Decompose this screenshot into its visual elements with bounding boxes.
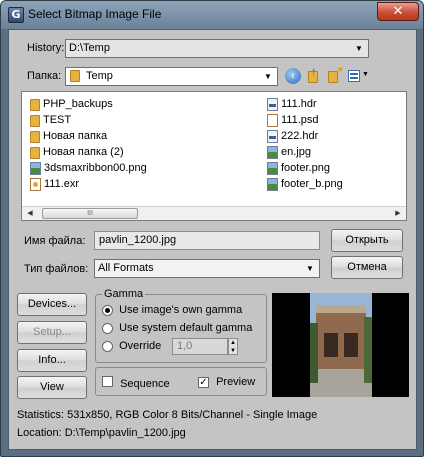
title-bar[interactable]: G Select Bitmap Image File ✕ [1, 1, 423, 29]
file-name: 222.hdr [281, 130, 319, 142]
location-text: Location: D:\Temp\pavlin_1200.jpg [17, 427, 186, 439]
setup-button[interactable]: Setup... [17, 321, 87, 344]
gamma-option-label: Override [119, 340, 162, 352]
devices-button[interactable]: Devices... [17, 293, 87, 316]
sequence-option[interactable]: Sequence [102, 376, 170, 390]
info-button[interactable]: Info... [17, 349, 87, 372]
image-file-icon [267, 178, 278, 191]
scroll-right-icon[interactable]: ▶ [391, 207, 405, 220]
radio-button[interactable] [102, 340, 113, 352]
file-name: footer.png [281, 162, 330, 174]
preview-label: Preview [216, 376, 256, 388]
image-file-icon [30, 162, 41, 175]
file-name: 111.exr [44, 178, 80, 190]
horizontal-scrollbar[interactable]: ◀ III ▶ [22, 206, 406, 220]
gamma-title: Gamma [102, 288, 146, 300]
folder-value: Temp [86, 70, 113, 82]
file-name: 3dsmaxribbon00.png [44, 162, 147, 174]
gamma-option-system[interactable]: Use system default gamma [102, 322, 252, 334]
file-list-item[interactable]: Новая папка (2) [30, 145, 124, 160]
radio-button[interactable] [102, 304, 113, 316]
gamma-override-value: 1,0 [177, 340, 193, 352]
history-label: History: [27, 42, 65, 54]
gamma-option-own[interactable]: Use image's own gamma [102, 304, 242, 316]
folder-label: Папка: [27, 70, 62, 82]
folder-icon [30, 130, 40, 143]
hdr-file-icon [267, 98, 278, 111]
options-group: Sequence ✓ Preview [95, 367, 267, 396]
chevron-down-icon[interactable]: ▼ [261, 68, 275, 85]
filename-label: Имя файла: [24, 235, 86, 247]
filename-value: pavlin_1200.jpg [99, 234, 177, 246]
back-arrow-icon[interactable]: ‹ [285, 68, 301, 84]
gamma-option-label: Use system default gamma [119, 322, 253, 334]
file-list[interactable]: PHP_backups TEST Новая папка Новая папка (2… [21, 91, 407, 221]
file-name: en.jpg [281, 146, 311, 158]
view-menu-icon[interactable]: ▼ [348, 68, 370, 84]
file-name: PHP_backups [43, 98, 113, 110]
file-list-item[interactable]: footer_b.png [267, 177, 343, 192]
dialog-window: G Select Bitmap Image File ✕ History: D:… [0, 0, 424, 457]
filetype-value: All Formats [98, 262, 154, 274]
preview-option[interactable]: ✓ Preview [198, 376, 255, 388]
psd-file-icon [267, 114, 278, 127]
folder-icon [30, 146, 40, 159]
sequence-checkbox[interactable] [102, 376, 113, 387]
filename-input[interactable]: pavlin_1200.jpg [94, 231, 320, 250]
file-list-item[interactable]: TEST [30, 113, 71, 128]
scroll-left-icon[interactable]: ◀ [23, 207, 37, 220]
view-button[interactable]: View [17, 376, 87, 399]
file-list-item[interactable]: 111.psd [267, 113, 319, 128]
preview-thumbnail [272, 293, 409, 397]
hdr-file-icon [267, 130, 278, 143]
history-dropdown[interactable]: D:\Temp ▼ [65, 39, 369, 58]
file-list-item[interactable]: 222.hdr [267, 129, 318, 144]
file-list-item[interactable]: footer.png [267, 161, 330, 176]
gamma-option-label: Use image's own gamma [119, 304, 243, 316]
file-name: footer_b.png [281, 178, 343, 190]
file-list-item[interactable]: 111.hdr [267, 97, 317, 112]
file-name: 111.psd [281, 114, 319, 126]
folder-icon [30, 98, 40, 111]
file-list-item[interactable]: en.jpg [267, 145, 311, 160]
image-file-icon [267, 162, 278, 175]
window-title: Select Bitmap Image File [28, 7, 162, 21]
up-folder-icon[interactable]: ↑ [306, 66, 322, 84]
filetype-dropdown[interactable]: All Formats ▼ [94, 259, 320, 278]
file-name: Новая папка (2) [43, 146, 124, 158]
open-button[interactable]: Открыть [331, 229, 403, 252]
radio-button[interactable] [102, 322, 113, 334]
gamma-override-input[interactable]: 1,0 [172, 338, 228, 355]
file-name: TEST [43, 114, 72, 126]
gamma-spinner[interactable]: ▲ ▼ [228, 338, 238, 355]
file-list-item[interactable]: 111.exr [30, 177, 79, 192]
statistics-text: Statistics: 531x850, RGB Color 8 Bits/Ch… [17, 409, 318, 421]
exr-file-icon [30, 178, 41, 191]
history-value: D:\Temp [69, 42, 110, 54]
folder-dropdown[interactable]: Temp ▼ [65, 67, 278, 86]
image-preview [272, 293, 409, 397]
scroll-thumb[interactable]: III [42, 208, 138, 219]
gamma-option-override[interactable]: Override [102, 340, 161, 352]
folder-icon [70, 70, 80, 82]
app-icon[interactable]: G [8, 7, 24, 23]
dialog-body: History: D:\Temp ▼ Папка: Temp ▼ ‹ ↑ ✶ ▼ [8, 29, 417, 450]
cancel-button[interactable]: Отмена [331, 256, 403, 279]
filetype-label: Тип файлов: [24, 263, 89, 275]
file-list-item[interactable]: 3dsmaxribbon00.png [30, 161, 147, 176]
preview-checkbox[interactable]: ✓ [198, 377, 209, 388]
image-file-icon [267, 146, 278, 159]
file-list-item[interactable]: PHP_backups [30, 97, 113, 112]
chevron-down-icon[interactable]: ▼ [303, 260, 317, 277]
new-folder-icon[interactable]: ✶ [327, 65, 344, 84]
close-button[interactable]: ✕ [377, 2, 419, 21]
file-name: 111.hdr [281, 98, 317, 110]
sequence-label: Sequence [120, 378, 170, 390]
file-name: Новая папка [43, 130, 108, 142]
gamma-group: Gamma Use image's own gamma Use system d… [95, 288, 267, 363]
file-list-item[interactable]: Новая папка [30, 129, 107, 144]
chevron-down-icon[interactable]: ▼ [352, 40, 366, 57]
folder-icon [30, 114, 40, 127]
